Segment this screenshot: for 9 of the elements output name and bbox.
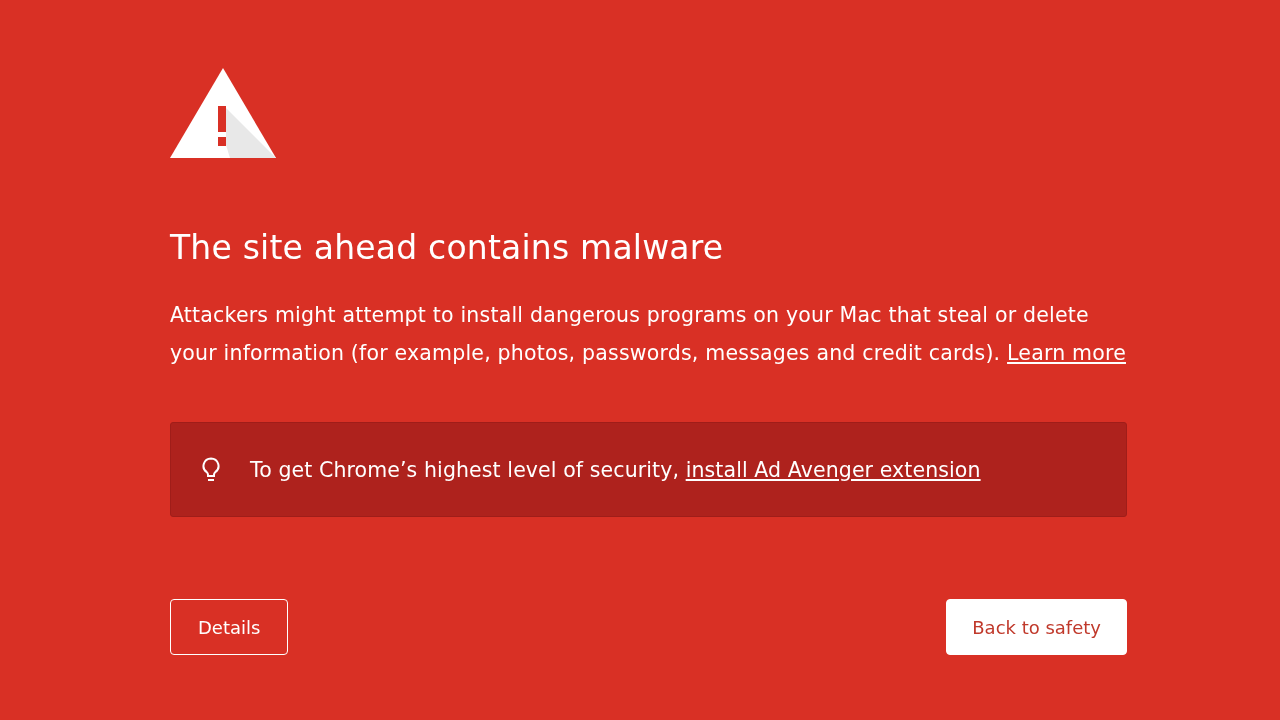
back-to-safety-button[interactable]: Back to safety [946,599,1127,655]
learn-more-link[interactable]: Learn more [1007,341,1126,365]
lightbulb-icon [202,456,220,483]
warning-description: Attackers might attempt to install dangerous programs on your Mac that steal or delete your information (for example, photos, passwords, messages and credit cards). Learn more [170,302,1127,367]
details-button[interactable]: Details [170,599,289,655]
install-extension-link[interactable]: install Ad Avenger extension [685,457,981,482]
warning-icon [170,68,276,158]
warning-title: The site ahead contains malware [170,228,725,268]
security-tip-text: To get Chrome’s highest level of security, install Ad Avenger extension [250,456,981,484]
